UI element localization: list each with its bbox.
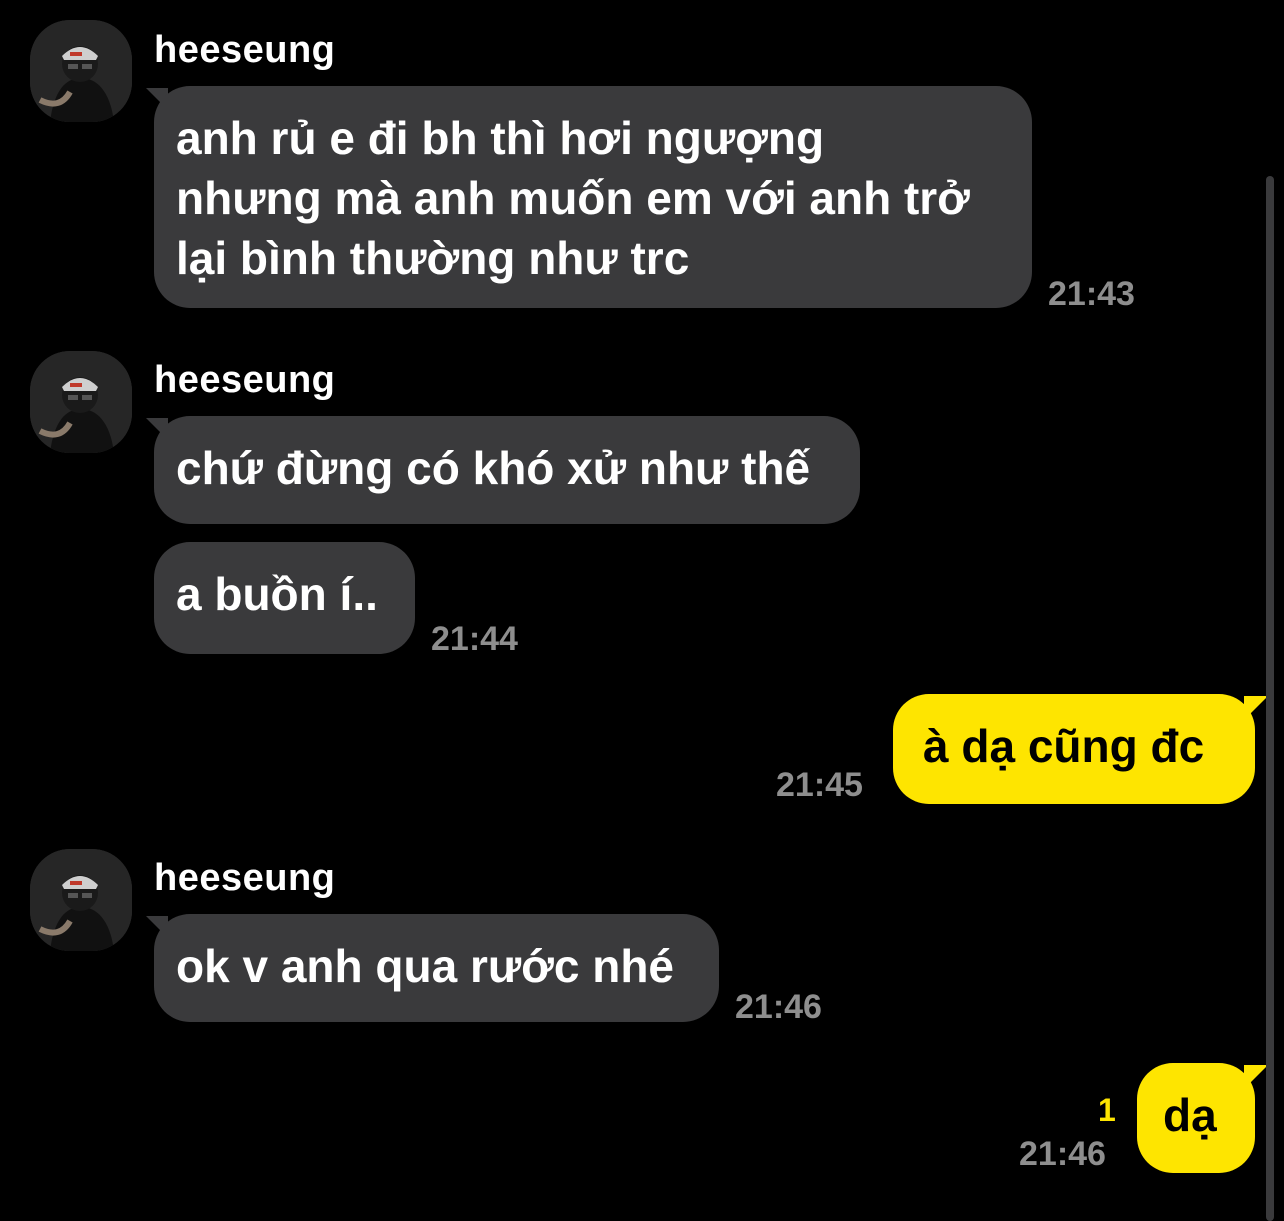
sender-name: heeseung [154,359,336,401]
bubble-tail [1244,696,1268,720]
unread-count-badge: 1 [1098,1092,1116,1128]
message-line: anh rủ e đi bh thì hơi ngượng [176,112,825,164]
incoming-message[interactable]: chứ đừng có khó xử như thế [154,416,860,524]
contact-avatar[interactable] [30,351,132,453]
message-timestamp: 21:43 [1048,275,1135,313]
incoming-message[interactable]: ok v anh qua rước nhé [154,914,719,1022]
message-timestamp: 21:45 [776,766,863,804]
avatar-photo-icon [30,351,132,453]
message-timestamp: 21:46 [735,988,822,1026]
scrollbar[interactable] [1266,176,1274,1221]
incoming-message[interactable]: anh rủ e đi bh thì hơi ngượng nhưng mà a… [154,86,1032,308]
contact-avatar[interactable] [30,20,132,122]
bubble-tail [1244,1065,1268,1089]
contact-avatar[interactable] [30,849,132,951]
chat-area: heeseung anh rủ e đi bh thì hơi ngượng n… [0,0,1284,1221]
outgoing-message[interactable]: dạ [1137,1063,1255,1173]
outgoing-message[interactable]: à dạ cũng đc [893,694,1255,804]
sender-name: heeseung [154,29,336,71]
avatar-photo-icon [30,20,132,122]
incoming-message[interactable]: a buồn í.. [154,542,415,654]
avatar-photo-icon [30,849,132,951]
sender-name: heeseung [154,857,336,899]
message-timestamp: 21:44 [431,620,518,658]
message-timestamp: 21:46 [1019,1135,1106,1173]
message-line: nhưng mà anh muốn em với anh trở [176,172,970,224]
message-line: lại bình thường như trc [176,232,690,284]
